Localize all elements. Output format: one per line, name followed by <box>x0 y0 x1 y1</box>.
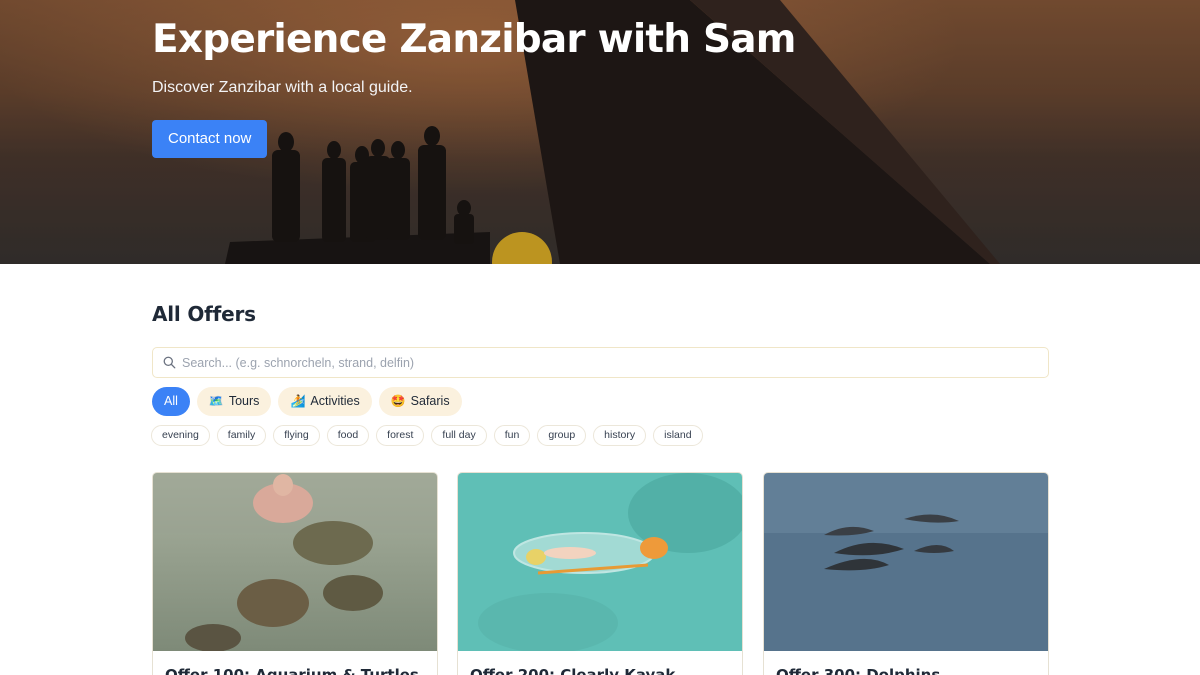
hero-content: Experience Zanzibar with Sam Discover Za… <box>152 16 952 158</box>
tag-family[interactable]: family <box>216 425 267 446</box>
offer-card[interactable]: Offer 100: Aquarium & Turtles <box>152 472 438 675</box>
tag-island[interactable]: island <box>653 425 703 446</box>
category-filter-row: All 🗺️ Tours 🏄 Activities 🤩 Safaris <box>152 387 462 416</box>
category-label: Safaris <box>410 394 450 408</box>
category-activities-button[interactable]: 🏄 Activities <box>278 387 372 416</box>
search-box <box>152 347 1049 378</box>
offer-card-title: Offer 300: Dolphins <box>776 666 941 675</box>
tag-food[interactable]: food <box>326 425 370 446</box>
hero-title: Experience Zanzibar with Sam <box>152 17 796 62</box>
offer-card[interactable]: Offer 300: Dolphins <box>763 472 1049 675</box>
tag-group[interactable]: group <box>537 425 587 446</box>
category-tours-button[interactable]: 🗺️ Tours <box>196 387 272 416</box>
tag-forest[interactable]: forest <box>376 425 425 446</box>
search-input[interactable] <box>181 348 1041 377</box>
hero-banner: Experience Zanzibar with Sam Discover Za… <box>0 0 1200 264</box>
offers-section-title: All Offers <box>152 302 256 326</box>
category-all-button[interactable]: All <box>152 387 190 416</box>
tag-fun[interactable]: fun <box>493 425 531 446</box>
category-safaris-button[interactable]: 🤩 Safaris <box>378 387 462 416</box>
tag-filter-row: evening family flying food forest full d… <box>151 425 703 447</box>
category-label: Activities <box>310 394 360 408</box>
category-label: Tours <box>228 394 260 408</box>
hero-subtitle: Discover Zanzibar with a local guide. <box>152 79 413 96</box>
tag-history[interactable]: history <box>593 425 647 446</box>
offer-card-grid: Offer 100: Aquarium & Turtles Offer 200:… <box>152 472 1049 675</box>
dolphins-photo <box>764 473 1048 651</box>
offer-card[interactable]: Offer 200: Clearly Kayak <box>457 472 743 675</box>
map-icon: 🗺️ <box>208 394 224 408</box>
category-label: All <box>164 394 178 408</box>
tag-full-day[interactable]: full day <box>431 425 487 446</box>
search-icon <box>163 356 176 369</box>
tag-evening[interactable]: evening <box>151 425 210 446</box>
turtles-photo <box>153 473 437 651</box>
offer-card-title: Offer 100: Aquarium & Turtles <box>165 666 419 675</box>
offer-card-title: Offer 200: Clearly Kayak <box>470 666 676 675</box>
kayak-photo <box>458 473 742 651</box>
star-struck-icon: 🤩 <box>390 394 406 408</box>
contact-now-button[interactable]: Contact now <box>152 120 268 158</box>
tag-flying[interactable]: flying <box>273 425 320 446</box>
surfer-icon: 🏄 <box>290 394 306 408</box>
